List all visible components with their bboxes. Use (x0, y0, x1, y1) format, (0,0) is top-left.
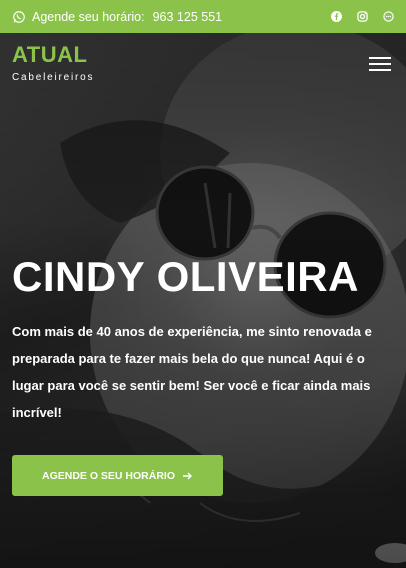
phone-number[interactable]: 963 125 551 (153, 10, 223, 24)
instagram-icon[interactable] (357, 11, 368, 22)
logo-subtitle: Cabeleireiros (12, 72, 95, 83)
top-bar: Agende seu horário: 963 125 551 (0, 0, 406, 33)
schedule-button[interactable]: AGENDE O SEU HORÁRIO (12, 455, 223, 496)
hamburger-menu-icon[interactable] (369, 57, 391, 71)
arrow-right-icon (183, 472, 192, 479)
hero-title: CINDY OLIVEIRA (12, 253, 359, 300)
logo-name[interactable]: ATUAL (12, 42, 87, 68)
whatsapp-icon (13, 10, 25, 23)
facebook-icon[interactable] (331, 11, 342, 22)
schedule-label: Agende seu horário: (32, 9, 145, 24)
whatsapp-social-icon[interactable] (383, 11, 394, 22)
schedule-button-label: AGENDE O SEU HORÁRIO (41, 469, 175, 482)
social-links (331, 11, 394, 22)
hero-description: Com mais de 40 anos de experiência, me s… (12, 324, 372, 420)
